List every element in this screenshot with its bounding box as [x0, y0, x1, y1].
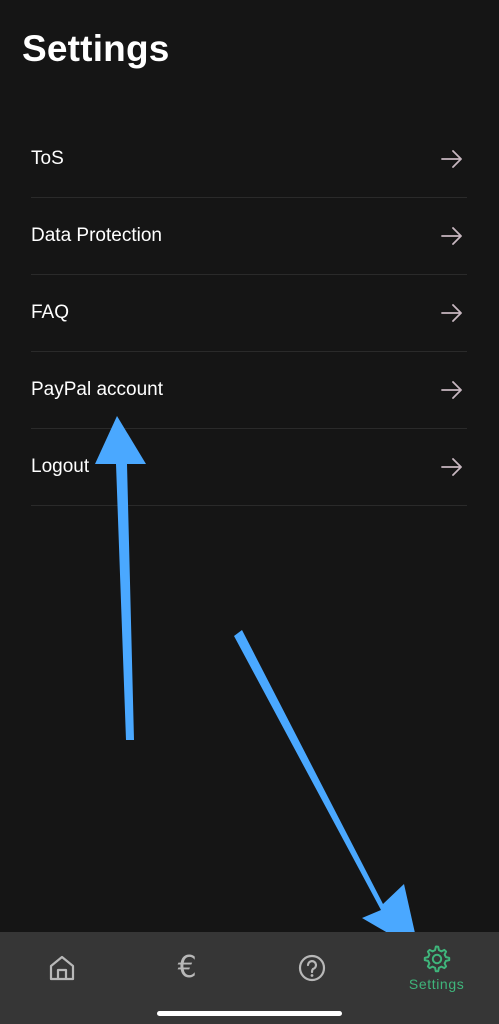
settings-screen: Settings ToS Data Protection FAQ PayPal …: [0, 0, 499, 1024]
settings-item-logout[interactable]: Logout: [31, 429, 467, 506]
settings-item-paypal-account[interactable]: PayPal account: [31, 352, 467, 429]
tab-help[interactable]: [250, 932, 375, 1003]
home-indicator[interactable]: [157, 1011, 342, 1016]
page-title: Settings: [22, 28, 170, 69]
settings-item-label: PayPal account: [31, 379, 164, 400]
home-icon: [50, 955, 75, 980]
tab-payments[interactable]: €: [125, 932, 250, 1003]
settings-item-data-protection[interactable]: Data Protection: [31, 198, 467, 275]
settings-item-label: Data Protection: [31, 225, 162, 246]
settings-item-label: ToS: [31, 148, 64, 169]
euro-icon: €: [177, 949, 197, 985]
gear-icon: [423, 945, 450, 972]
settings-list: ToS Data Protection FAQ PayPal account L…: [31, 121, 467, 506]
annotation-arrow-down-right: [234, 630, 419, 951]
settings-item-label: Logout: [31, 456, 90, 477]
arrow-right-icon: [441, 381, 462, 399]
tab-settings[interactable]: Settings: [374, 932, 499, 1003]
settings-item-tos[interactable]: ToS: [31, 121, 467, 198]
arrow-right-icon: [441, 227, 462, 245]
tab-settings-label: Settings: [408, 975, 465, 992]
arrow-right-icon: [441, 150, 462, 168]
help-circle-icon: [298, 954, 325, 981]
arrow-right-icon: [441, 458, 462, 476]
arrow-right-icon: [441, 304, 462, 322]
settings-item-label: FAQ: [31, 302, 70, 323]
tab-home[interactable]: [0, 932, 125, 1003]
tab-bar: € Settings: [0, 932, 499, 1003]
settings-item-faq[interactable]: FAQ: [31, 275, 467, 352]
